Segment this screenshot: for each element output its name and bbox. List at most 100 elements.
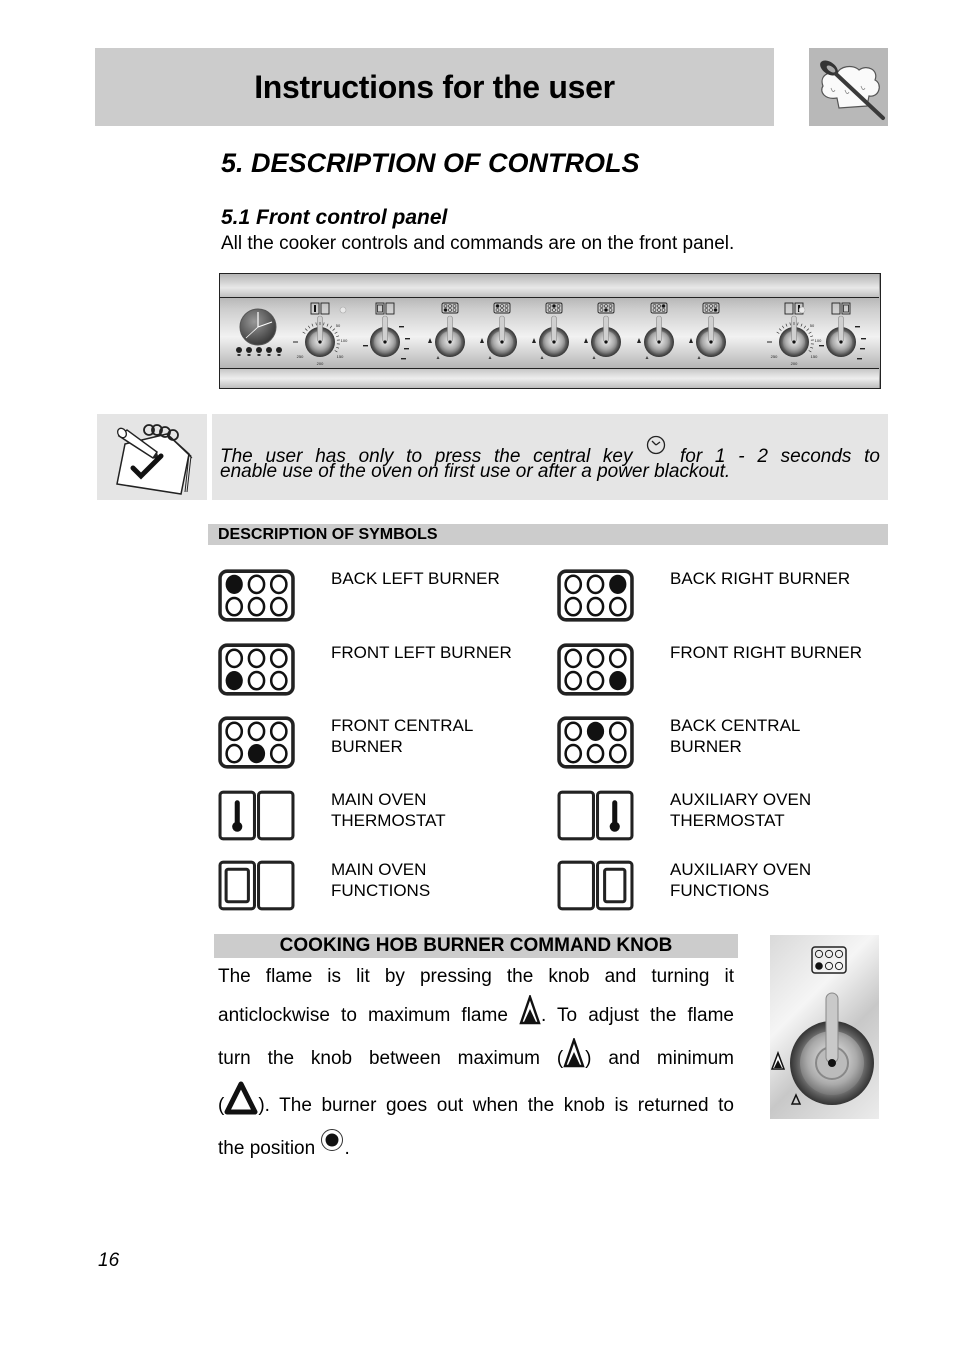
knob-line-3-b: ) and minimum — [585, 1048, 734, 1069]
min-flame-icon — [488, 356, 492, 359]
back-central-burner-icon — [545, 302, 563, 314]
section-title: 5. DESCRIPTION OF CONTROLS — [221, 148, 640, 178]
min-flame-icon — [540, 356, 544, 359]
scale-tick — [800, 323, 803, 327]
scale-label: 200 — [317, 361, 324, 366]
notepad-check-icon — [116, 424, 193, 495]
front-left-burner-icon — [811, 946, 847, 974]
main-oven-functions-knob — [370, 315, 400, 357]
scale-label: 150 — [811, 354, 818, 359]
scale-tick — [302, 331, 306, 334]
clock-button — [236, 347, 242, 356]
scale-label: 150 — [337, 354, 344, 359]
symbol-label-line: BURNER — [670, 737, 742, 756]
scale-label: 50 — [336, 323, 341, 328]
main-oven-thermostat-icon — [310, 302, 330, 315]
symbol-label: FRONT CENTRAL BURNER — [331, 715, 551, 757]
main-oven-functions-icon — [375, 302, 395, 315]
symbol-label-line: FRONT CENTRAL — [331, 716, 474, 735]
min-flame-icon — [697, 356, 701, 359]
symbol-label: AUXILIARY OVEN FUNCTIONS — [670, 859, 890, 901]
scale-tick — [810, 346, 814, 349]
clock-display — [239, 308, 277, 346]
min-flame-icon — [790, 1093, 802, 1105]
back-central-burner-icon — [557, 716, 634, 774]
max-flame-icon — [519, 993, 541, 1038]
function-mark — [399, 326, 404, 328]
max-flame-icon — [480, 338, 484, 343]
function-mark — [405, 338, 410, 340]
symbol-label-line: THERMOSTAT — [670, 811, 785, 830]
knob-description: The flame is lit by pressing the knob an… — [218, 958, 734, 1163]
scale-tick — [308, 325, 311, 329]
clock-button — [256, 347, 262, 356]
page-number: 16 — [98, 1250, 120, 1271]
scale-tick — [323, 322, 325, 326]
indicator-light — [798, 306, 806, 314]
scale-tick — [334, 331, 338, 334]
symbol-label: BACK LEFT BURNER — [331, 569, 500, 588]
knob-line-5-a: the position — [218, 1138, 316, 1159]
scale-tick — [336, 346, 340, 349]
knob-line-5: the position . — [218, 1128, 734, 1163]
burner-3-knob — [539, 315, 569, 357]
symbols-header: DESCRIPTION OF SYMBOLS — [208, 524, 888, 545]
scale-label: 100 — [815, 338, 822, 343]
scale-tick — [785, 323, 788, 327]
knob-line-3-a: turn the knob between maximum ( — [218, 1048, 564, 1069]
burner-5-knob — [644, 315, 674, 357]
function-mark — [363, 345, 368, 347]
max-flame-icon — [428, 338, 432, 343]
scale-label: 50 — [810, 323, 815, 328]
front-right-burner-icon — [557, 643, 634, 701]
knob-line-2-b: . To adjust the flame — [541, 1005, 734, 1026]
knob-line-3: turn the knob between maximum ( ) and min… — [218, 1036, 734, 1081]
scale-tick — [334, 350, 338, 353]
symbol-label-line: BURNER — [331, 737, 403, 756]
back-right-burner-icon — [650, 302, 668, 314]
auxiliary-oven-thermostat-icon — [557, 790, 634, 846]
front-right-burner-icon — [702, 302, 720, 314]
scale-tick — [810, 335, 814, 338]
knob-line-5-b: . — [344, 1138, 350, 1159]
off-position-icon — [320, 1128, 344, 1161]
scale-tick — [329, 325, 332, 329]
function-mark — [857, 358, 862, 360]
note-box: The user has only to press the central k… — [212, 414, 888, 500]
function-mark — [401, 358, 406, 360]
function-mark — [819, 345, 824, 347]
scale-tick — [326, 323, 329, 327]
scale-label: 250 — [771, 354, 778, 359]
knob-line-4-b: ). The burner goes out when the knob is … — [258, 1095, 734, 1116]
symbol-label-line: THERMOSTAT — [331, 811, 446, 830]
burner-6-knob — [696, 315, 726, 357]
aux-oven-functions-knob — [826, 315, 856, 357]
max-flame-icon — [770, 1050, 786, 1070]
header-bar: Instructions for the user — [95, 48, 774, 126]
indicator-light — [339, 306, 347, 314]
knob-line-2: anticlockwise to maximum flame . To adju… — [218, 993, 734, 1038]
clock-button — [276, 347, 282, 356]
min-flame-icon — [592, 356, 596, 359]
scale-tick — [789, 322, 791, 326]
note-line-2: enable use of the oven on first use or a… — [220, 461, 731, 482]
main-oven-functions-icon — [218, 860, 295, 916]
back-right-burner-icon — [557, 569, 634, 627]
page-header-title: Instructions for the user — [254, 68, 615, 105]
scale-tick — [332, 328, 336, 331]
burner-4-knob — [591, 315, 621, 357]
knob-section-header: COOKING HOB BURNER COMMAND KNOB — [214, 934, 738, 958]
front-left-burner-icon — [441, 302, 459, 314]
burner-knob-illustration — [770, 935, 879, 1119]
function-mark — [855, 326, 860, 328]
symbol-label: FRONT LEFT BURNER — [331, 643, 512, 662]
max-flame-icon — [637, 338, 641, 343]
symbol-label: BACK RIGHT BURNER — [670, 569, 851, 588]
back-left-burner-icon — [218, 569, 295, 627]
symbol-label: BACK CENTRAL BURNER — [670, 715, 890, 757]
clock-button — [246, 347, 252, 356]
max-flame-icon — [563, 1036, 585, 1081]
function-mark — [861, 338, 866, 340]
min-flame-icon — [224, 1081, 258, 1128]
symbol-label: AUXILIARY OVEN THERMOSTAT — [670, 789, 890, 831]
